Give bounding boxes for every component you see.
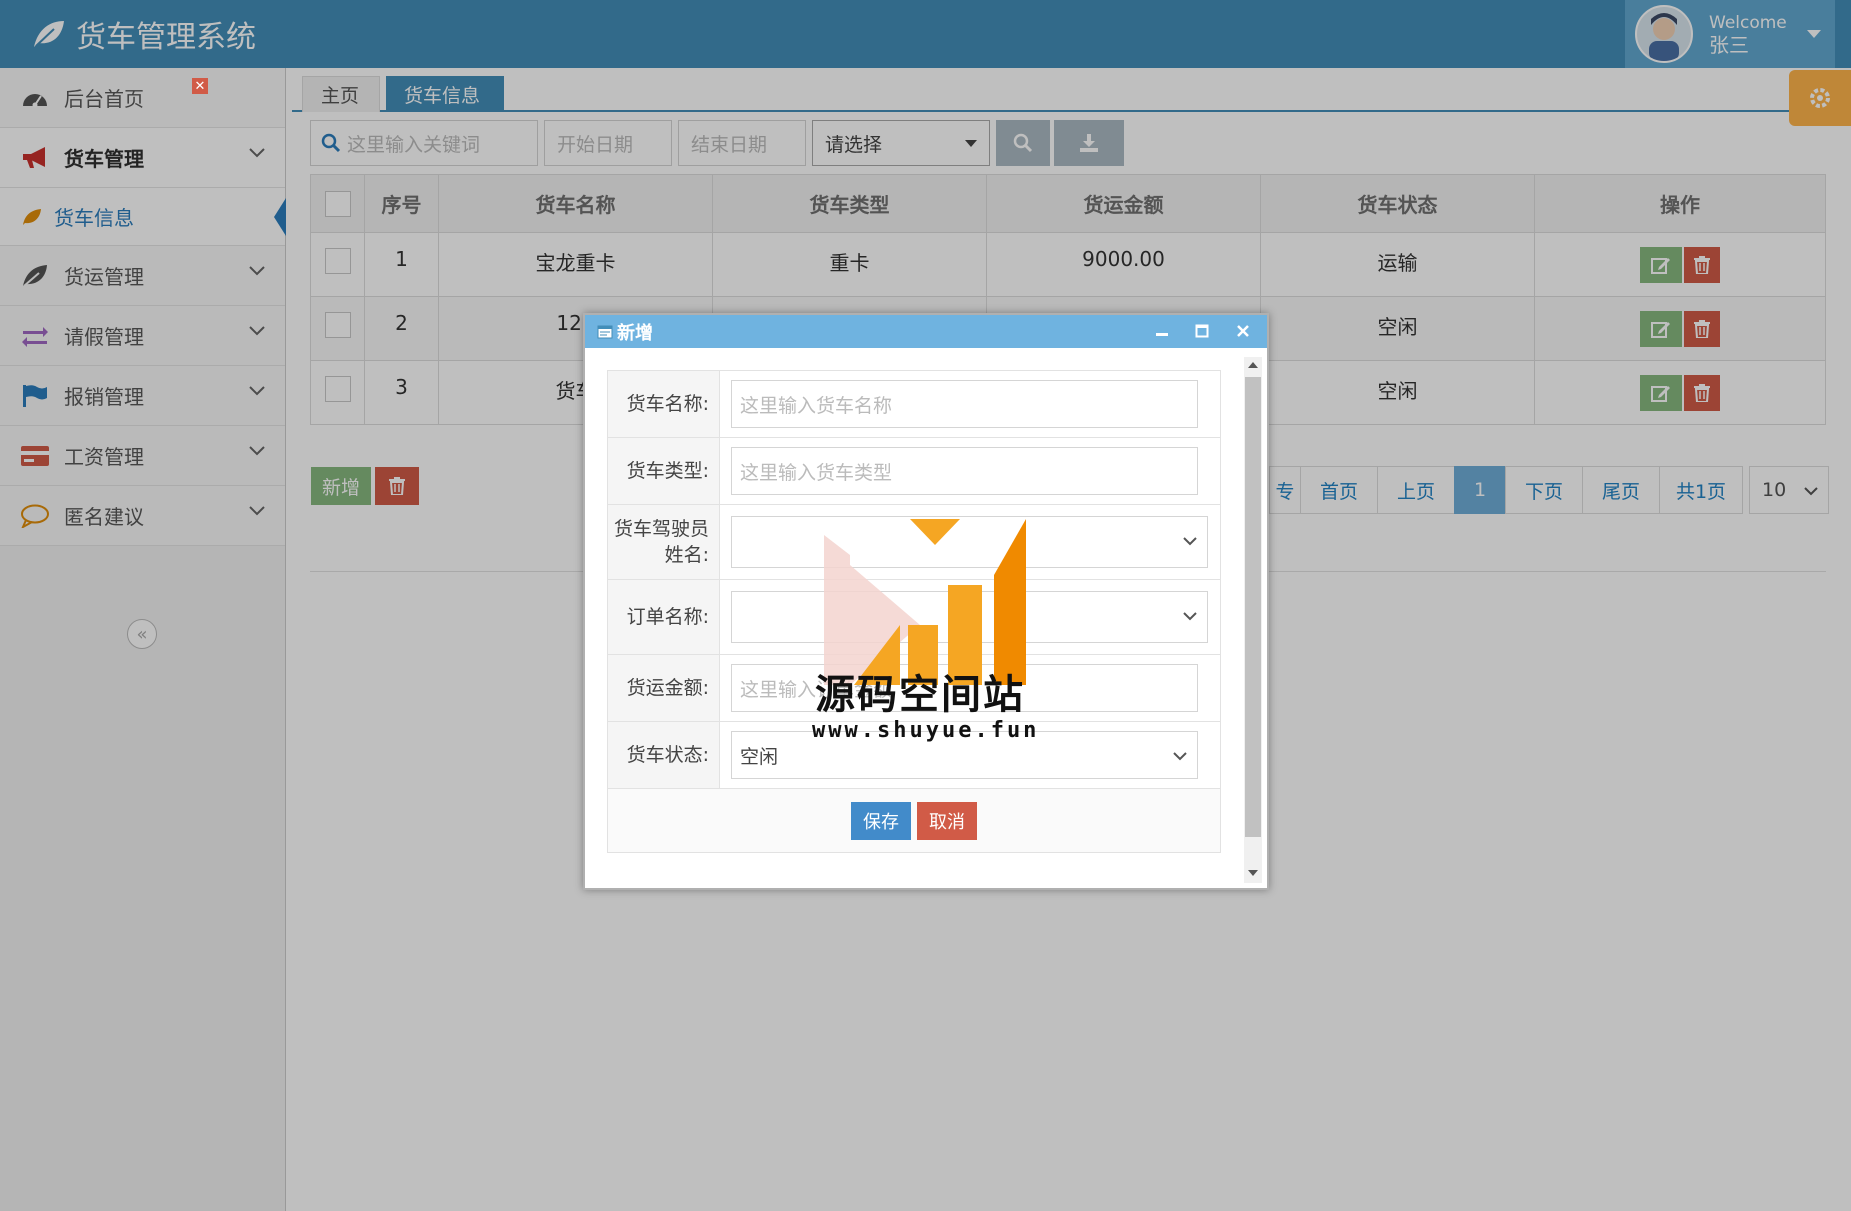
dialog-scrollbar[interactable] xyxy=(1244,357,1262,883)
chevron-down-icon xyxy=(1173,752,1187,761)
minimize-icon xyxy=(1156,333,1168,336)
field-label: 订单名称: xyxy=(608,580,720,654)
window-icon xyxy=(597,325,613,338)
save-button[interactable]: 保存 xyxy=(851,801,911,840)
scrollbar-thumb[interactable] xyxy=(1245,377,1261,837)
maximize-button[interactable] xyxy=(1192,321,1212,341)
chevron-down-icon xyxy=(1183,537,1197,546)
form-row-truck-name: 货车名称: 这里输入货车名称 xyxy=(607,370,1221,438)
maximize-icon xyxy=(1195,324,1209,338)
chevron-down-icon xyxy=(1183,612,1197,621)
field-label: 货车状态: xyxy=(608,722,720,788)
tab-close-icon[interactable]: ✕ xyxy=(192,78,208,94)
cancel-button[interactable]: 取消 xyxy=(917,801,977,840)
truck-name-input[interactable]: 这里输入货车名称 xyxy=(731,380,1198,428)
cancel-button-label: 取消 xyxy=(929,811,965,833)
field-label: 货车类型: xyxy=(608,438,720,504)
dialog-actions: 保存 取消 xyxy=(607,789,1221,853)
field-label: 货车驾驶员姓名: xyxy=(608,505,720,579)
field-label: 货车名称: xyxy=(608,371,720,437)
watermark-url: www.shuyue.fun xyxy=(812,718,1040,743)
watermark-text: 源码空间站 xyxy=(815,672,1025,718)
save-button-label: 保存 xyxy=(863,811,899,833)
select-value: 空闲 xyxy=(740,745,779,768)
close-icon xyxy=(1237,325,1249,337)
scroll-down-icon[interactable] xyxy=(1248,869,1258,877)
close-button[interactable] xyxy=(1233,321,1253,341)
input-placeholder: 这里输入货车名称 xyxy=(740,394,893,417)
field-label: 货运金额: xyxy=(608,655,720,721)
minimize-button[interactable] xyxy=(1152,321,1172,341)
scroll-up-icon[interactable] xyxy=(1248,361,1258,369)
dialog-title: 新增 xyxy=(617,322,653,344)
